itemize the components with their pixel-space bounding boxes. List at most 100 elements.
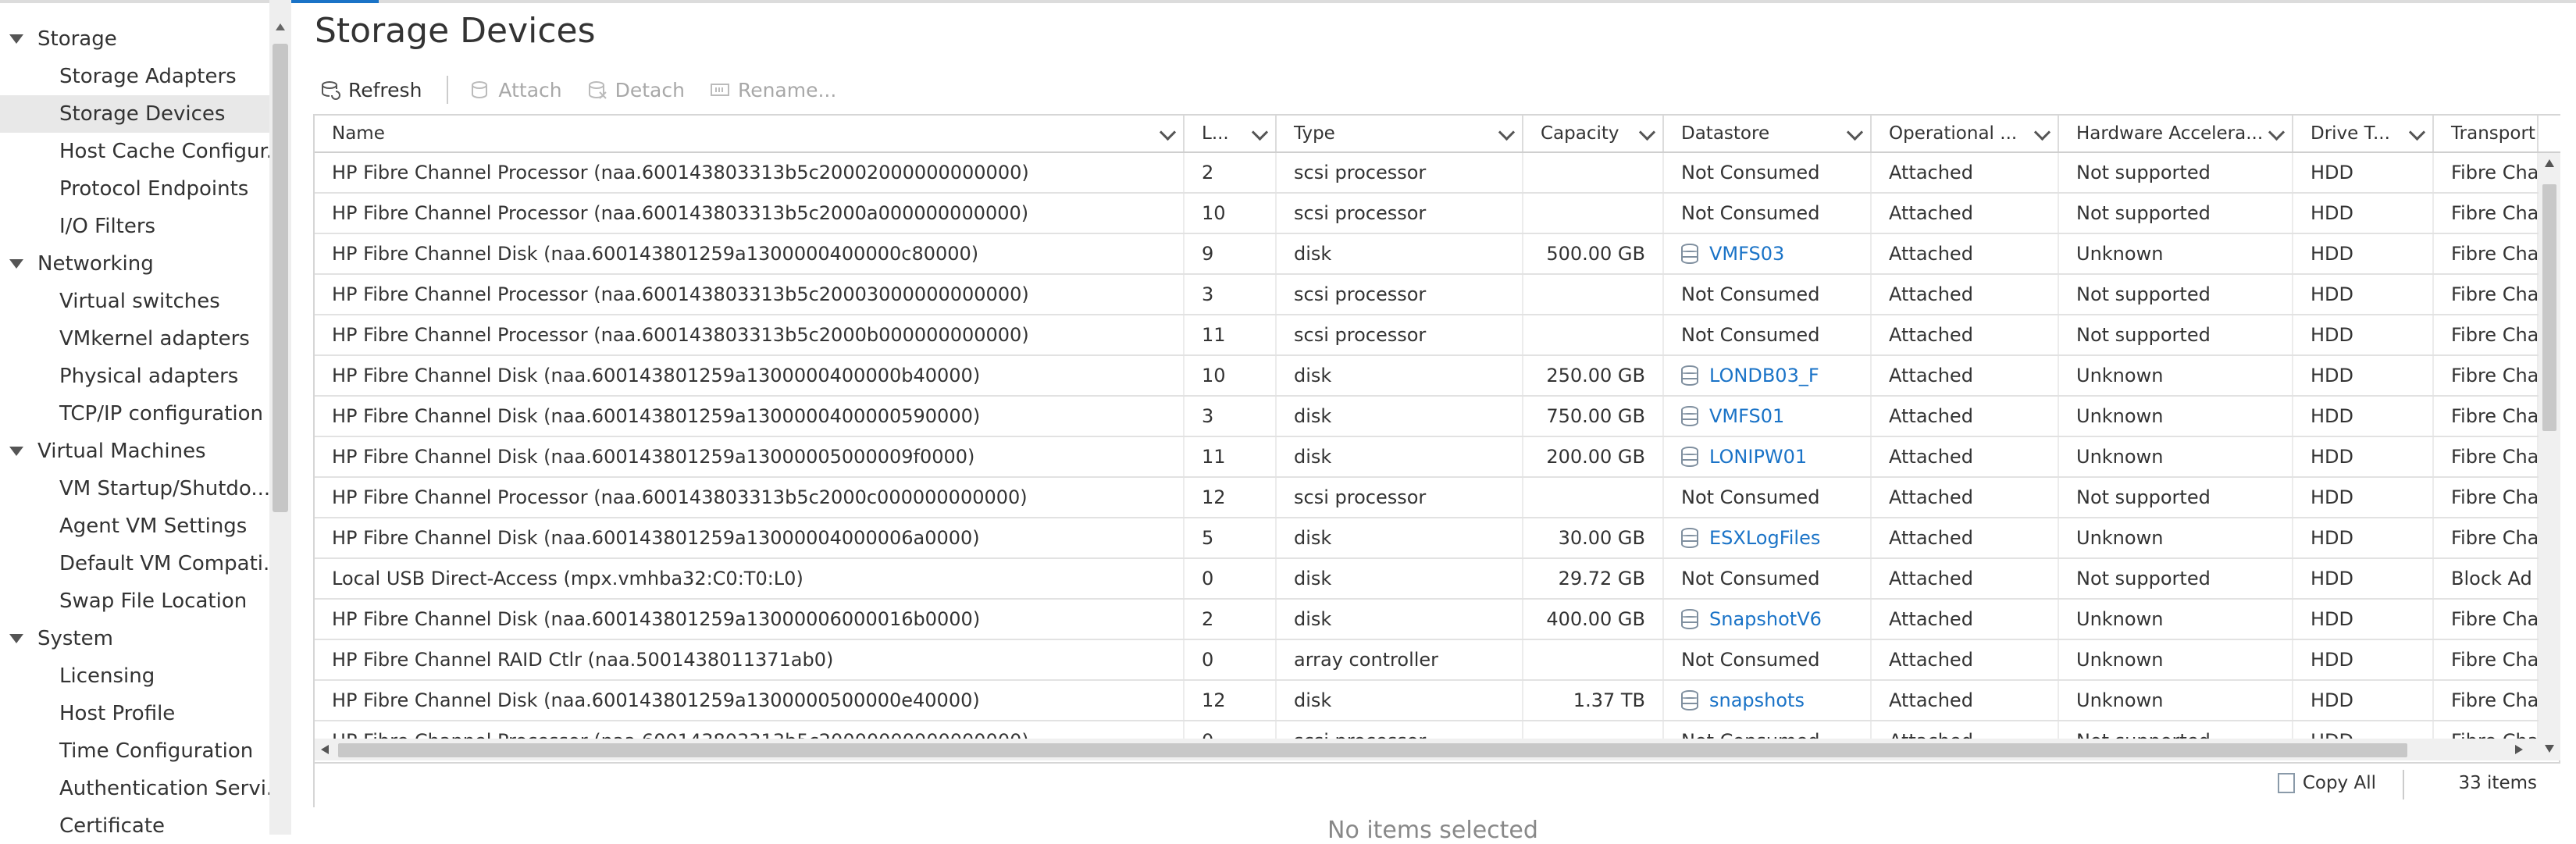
datastore-link[interactable]: LONDB03_F xyxy=(1709,365,1819,386)
chevron-down-icon[interactable] xyxy=(1159,123,1177,141)
grid-vertical-scrollbar[interactable] xyxy=(2539,153,2560,739)
sidebar-item[interactable]: Certificate xyxy=(0,807,269,835)
scroll-right-icon[interactable] xyxy=(2515,745,2523,754)
expand-triangle-icon[interactable] xyxy=(9,259,23,269)
sidebar-item[interactable]: Host Cache Configur... xyxy=(0,133,269,170)
sidebar-scroll-thumb[interactable] xyxy=(273,44,288,512)
sidebar-category[interactable]: Virtual Machines xyxy=(0,433,269,470)
sidebar-item[interactable]: Authentication Servi... xyxy=(0,770,269,807)
sidebar-category[interactable]: System xyxy=(0,620,269,657)
column-header[interactable]: Transport xyxy=(2434,116,2539,151)
sidebar-item[interactable]: Storage Devices xyxy=(0,95,269,133)
expand-triangle-icon[interactable] xyxy=(9,447,23,456)
table-row[interactable]: HP Fibre Channel RAID Ctlr (naa.50014380… xyxy=(315,640,2539,681)
refresh-button[interactable]: Refresh xyxy=(320,79,422,101)
expand-triangle-icon[interactable] xyxy=(9,634,23,643)
grid-vertical-scroll-thumb[interactable] xyxy=(2542,184,2556,431)
column-header[interactable]: Capacity xyxy=(1523,116,1664,151)
sidebar-item[interactable]: Storage Adapters xyxy=(0,58,269,95)
column-header[interactable]: Type xyxy=(1277,116,1523,151)
scroll-left-icon[interactable] xyxy=(321,745,329,754)
top-border xyxy=(0,0,2576,3)
sidebar-item[interactable]: Host Profile xyxy=(0,695,269,732)
scroll-up-icon[interactable] xyxy=(2545,159,2554,167)
attach-button[interactable]: Attach xyxy=(470,79,562,101)
sidebar-item[interactable]: Physical adapters xyxy=(0,358,269,395)
sidebar-item[interactable]: Default VM Compati... xyxy=(0,545,269,582)
table-cell-lun: 11 xyxy=(1185,315,1277,354)
table-cell-op: Attached xyxy=(1872,600,2059,639)
table-row[interactable]: HP Fibre Channel Disk (naa.600143801259a… xyxy=(315,518,2539,559)
datastore-link[interactable]: SnapshotV6 xyxy=(1709,608,1822,630)
datastore-link[interactable]: snapshots xyxy=(1709,689,1805,711)
table-cell-op: Attached xyxy=(1872,356,2059,395)
datastore-link[interactable]: LONIPW01 xyxy=(1709,446,1807,468)
cell-text: 0 xyxy=(1202,730,1213,739)
cell-text: Fibre Cha xyxy=(2451,365,2539,386)
grid-horizontal-scrollbar[interactable] xyxy=(315,739,2560,760)
table-row[interactable]: HP Fibre Channel Disk (naa.600143801259a… xyxy=(315,437,2539,478)
sidebar-item[interactable]: Agent VM Settings xyxy=(0,507,269,545)
chevron-down-icon[interactable] xyxy=(2408,123,2426,141)
table-cell-capacity: 400.00 GB xyxy=(1523,600,1664,639)
datastore-link[interactable]: VMFS03 xyxy=(1709,243,1784,265)
table-cell-datastore: VMFS01 xyxy=(1664,397,1872,436)
cell-text: HDD xyxy=(2311,324,2354,346)
chevron-down-icon[interactable] xyxy=(2033,123,2051,141)
column-header[interactable]: Datastore xyxy=(1664,116,1872,151)
sidebar-category[interactable]: Networking xyxy=(0,245,269,283)
chevron-down-icon[interactable] xyxy=(1498,123,1516,141)
sidebar-item[interactable]: I/O Filters xyxy=(0,208,269,245)
column-header[interactable]: L... xyxy=(1185,116,1277,151)
table-row[interactable]: HP Fibre Channel Disk (naa.600143801259a… xyxy=(315,397,2539,437)
column-header[interactable]: Operational ... xyxy=(1872,116,2059,151)
sidebar-category[interactable]: Storage xyxy=(0,20,269,58)
column-header[interactable]: Drive T... xyxy=(2293,116,2434,151)
datastore-link[interactable]: ESXLogFiles xyxy=(1709,527,1820,549)
column-header[interactable]: Name xyxy=(315,116,1185,151)
scroll-down-icon[interactable] xyxy=(2545,745,2554,753)
copy-all-button[interactable]: Copy All xyxy=(2272,773,2376,798)
table-row[interactable]: HP Fibre Channel Processor (naa.60014380… xyxy=(315,315,2539,356)
table-row[interactable]: HP Fibre Channel Processor (naa.60014380… xyxy=(315,721,2539,739)
table-cell-datastore: SnapshotV6 xyxy=(1664,600,1872,639)
sidebar-item[interactable]: VMkernel adapters xyxy=(0,320,269,358)
table-cell-datastore: Not Consumed xyxy=(1664,194,1872,233)
rename-button[interactable]: Rename... xyxy=(710,79,836,101)
cell-text: HP Fibre Channel Disk (naa.600143801259a… xyxy=(332,608,981,630)
datastore-link[interactable]: VMFS01 xyxy=(1709,405,1784,427)
sidebar-item[interactable]: Protocol Endpoints xyxy=(0,170,269,208)
scroll-up-icon[interactable] xyxy=(276,23,285,30)
table-cell-type: scsi processor xyxy=(1277,153,1523,192)
grid-horizontal-scroll-thumb[interactable] xyxy=(338,743,2407,757)
cell-text: 30.00 GB xyxy=(1558,527,1645,549)
sidebar-item[interactable]: Swap File Location xyxy=(0,582,269,620)
chevron-down-icon[interactable] xyxy=(1251,123,1269,141)
table-row[interactable]: HP Fibre Channel Disk (naa.600143801259a… xyxy=(315,681,2539,721)
sidebar-item[interactable]: Virtual switches xyxy=(0,283,269,320)
table-row[interactable]: HP Fibre Channel Disk (naa.600143801259a… xyxy=(315,234,2539,275)
table-row[interactable]: Local USB Direct-Access (mpx.vmhba32:C0:… xyxy=(315,559,2539,600)
chevron-down-icon[interactable] xyxy=(2268,123,2286,141)
table-row[interactable]: HP Fibre Channel Processor (naa.60014380… xyxy=(315,194,2539,234)
table-row[interactable]: HP Fibre Channel Disk (naa.600143801259a… xyxy=(315,600,2539,640)
sidebar-item[interactable]: VM Startup/Shutdo... xyxy=(0,470,269,507)
table-row[interactable]: HP Fibre Channel Processor (naa.60014380… xyxy=(315,275,2539,315)
table-row[interactable]: HP Fibre Channel Processor (naa.60014380… xyxy=(315,478,2539,518)
cell-text: Fibre Cha xyxy=(2451,486,2539,508)
sidebar-item[interactable]: Time Configuration xyxy=(0,732,269,770)
chevron-down-icon[interactable] xyxy=(1846,123,1864,141)
detach-button[interactable]: Detach xyxy=(587,79,685,101)
chevron-down-icon[interactable] xyxy=(1638,123,1656,141)
cell-text: Fibre Cha xyxy=(2451,730,2537,739)
column-header[interactable]: Hardware Accelera... xyxy=(2059,116,2293,151)
table-row[interactable]: HP Fibre Channel Disk (naa.600143801259a… xyxy=(315,356,2539,397)
cell-text: HDD xyxy=(2311,446,2354,468)
datastore-icon xyxy=(1681,365,1698,386)
expand-triangle-icon[interactable] xyxy=(9,34,23,44)
table-cell-hw: Unknown xyxy=(2059,518,2293,557)
sidebar-item[interactable]: TCP/IP configuration xyxy=(0,395,269,433)
table-row[interactable]: HP Fibre Channel Processor (naa.60014380… xyxy=(315,153,2539,194)
sidebar-item[interactable]: Licensing xyxy=(0,657,269,695)
sidebar-scrollbar[interactable] xyxy=(269,0,291,835)
